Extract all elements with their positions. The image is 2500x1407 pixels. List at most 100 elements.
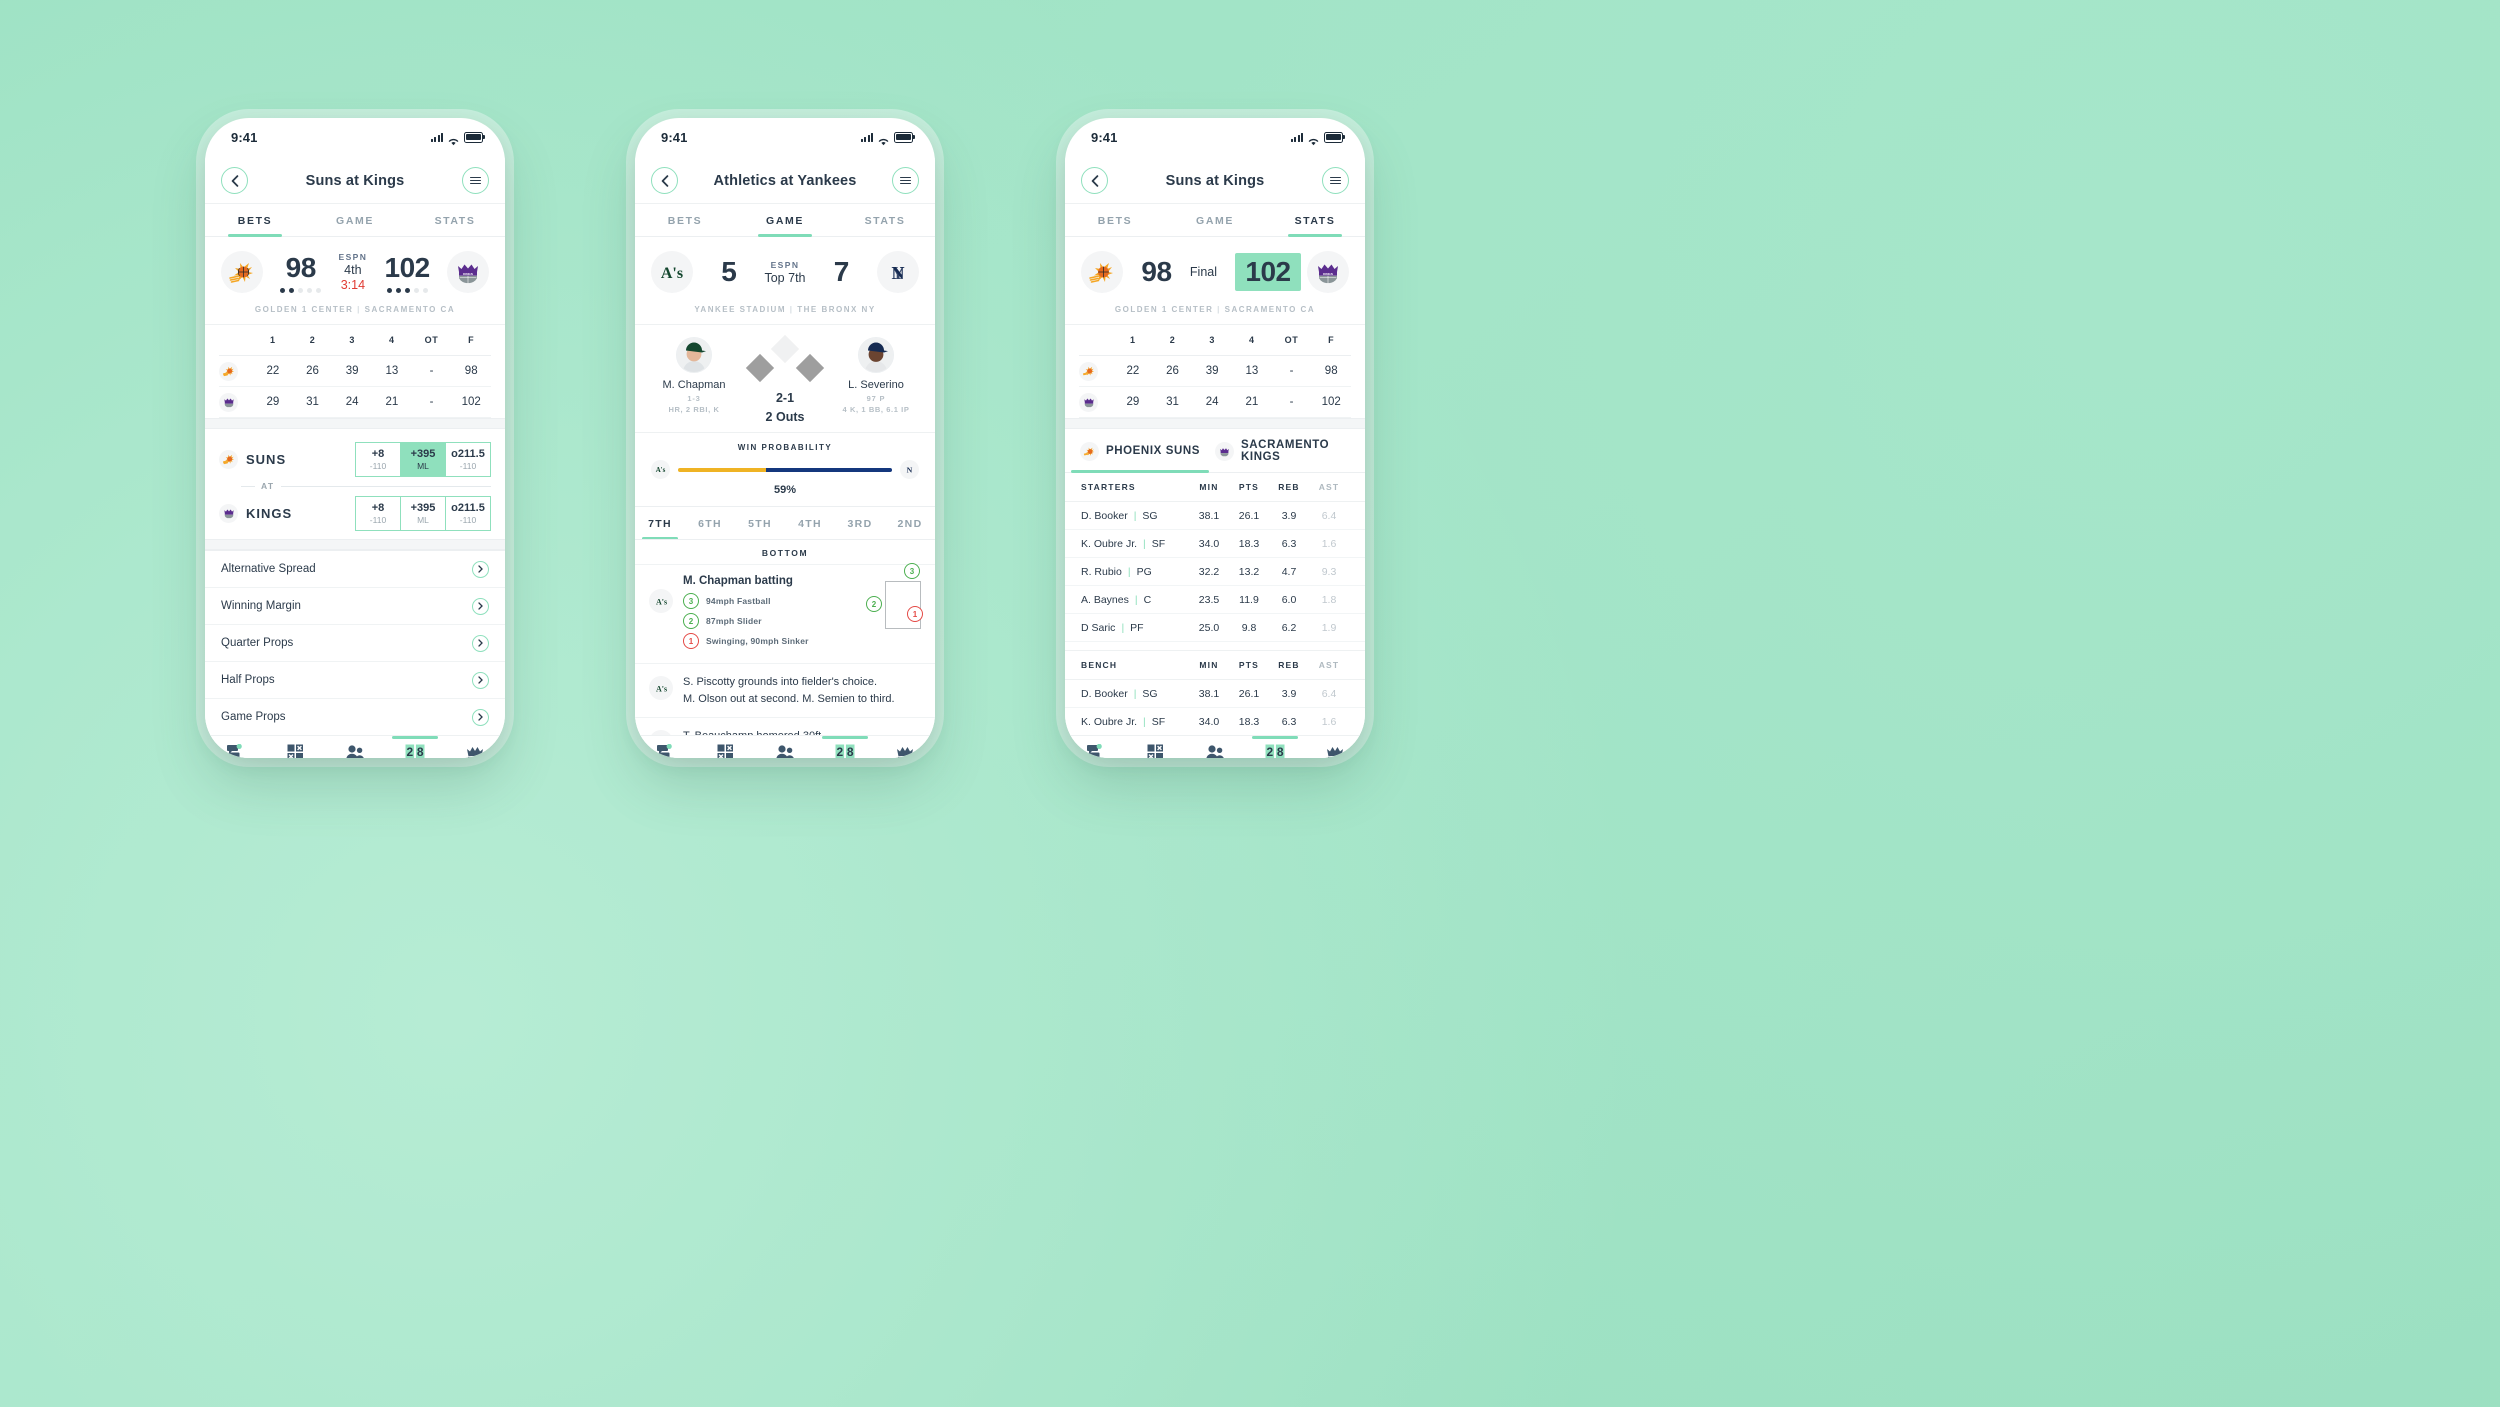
tab-stats[interactable]: STATS xyxy=(405,204,505,236)
tab-game[interactable]: GAME xyxy=(305,204,405,236)
inning-tab-2nd[interactable]: 2ND xyxy=(885,507,935,539)
list-item[interactable]: Winning Margin xyxy=(205,588,505,625)
back-button[interactable] xyxy=(1081,167,1108,194)
list-item[interactable]: Half Props xyxy=(205,662,505,699)
moneyline-value: +395 xyxy=(410,447,436,460)
tab-game[interactable]: GAME xyxy=(1165,204,1265,236)
stat-min: 34.0 xyxy=(1198,715,1220,728)
svg-text:A's: A's xyxy=(661,265,683,282)
stat-reb: 3.9 xyxy=(1281,509,1297,522)
player-position: C xyxy=(1143,593,1152,606)
new-york-yankees-logo: N xyxy=(907,466,913,475)
prop-label: Game Props xyxy=(221,711,286,723)
menu-button[interactable] xyxy=(892,167,919,194)
menu-button[interactable] xyxy=(1322,167,1349,194)
nav-lines[interactable]: LINES xyxy=(695,743,755,758)
tab-game[interactable]: GAME xyxy=(735,204,835,236)
spread-bet-home[interactable]: +8 -110 xyxy=(355,495,400,531)
cell-q1: 29 xyxy=(1126,396,1140,408)
wifi-icon xyxy=(448,133,459,145)
status-time: 9:41 xyxy=(1091,130,1118,145)
cell-q4: 21 xyxy=(1245,396,1259,408)
nav-friends[interactable]: FRIENDS xyxy=(755,743,815,758)
team-tab-suns[interactable]: PHOENIX SUNS xyxy=(1065,429,1215,473)
inning-tab-7th[interactable]: 7TH xyxy=(635,507,685,539)
nav-messages[interactable]: MESSAGES xyxy=(1065,743,1125,758)
zone-pitch-2: 2 xyxy=(866,596,882,612)
nav-friends[interactable]: FRIENDS xyxy=(325,743,385,758)
wp-home-fill xyxy=(765,467,892,472)
tab-bar: BETS GAME STATS xyxy=(1065,204,1365,237)
nav-profile[interactable]: PROFILE xyxy=(445,743,505,758)
col-pts: PTS xyxy=(1238,482,1260,492)
linescore-col-1: 1 xyxy=(270,335,276,345)
nav-scores[interactable]: 28 SCORES xyxy=(385,743,445,758)
scoreboard: 98 Final 102 KINGS xyxy=(1065,237,1365,301)
tab-stats[interactable]: STATS xyxy=(1265,204,1365,236)
svg-text:8: 8 xyxy=(417,745,424,758)
nav-lines[interactable]: LINES xyxy=(265,743,325,758)
linescore-col-ot: OT xyxy=(424,335,439,345)
total-bet-away[interactable]: o211.5 -110 xyxy=(445,441,491,477)
list-item[interactable]: Quarter Props xyxy=(205,625,505,662)
tab-bets[interactable]: BETS xyxy=(1065,204,1165,236)
table-row: 29 31 24 21 - 102 xyxy=(1079,387,1351,418)
total-bet-home[interactable]: o211.5 -110 xyxy=(445,495,491,531)
game-period: Top 7th xyxy=(764,270,806,285)
moneyline-bet-home[interactable]: +395 ML xyxy=(400,495,445,531)
venue-line: GOLDEN 1 CENTER | SACRAMENTO CA xyxy=(1065,301,1365,325)
stat-ast: 6.4 xyxy=(1321,509,1337,522)
broadcast-network: ESPN xyxy=(338,252,368,262)
section-header: BENCH xyxy=(1081,660,1118,670)
stat-min: 34.0 xyxy=(1198,537,1220,550)
sacramento-kings-logo: KINGS xyxy=(457,264,478,284)
linescore-col-1: 1 xyxy=(1130,335,1136,345)
moneyline-bet-away[interactable]: +395 ML xyxy=(400,441,445,477)
phoenix-suns-logo xyxy=(1082,366,1094,376)
back-button[interactable] xyxy=(221,167,248,194)
team-tab-kings[interactable]: SACRAMENTO KINGS xyxy=(1215,429,1365,472)
nav-profile[interactable]: PROFILE xyxy=(875,743,935,758)
nav-scores[interactable]: 28 SCORES xyxy=(1245,743,1305,758)
odds-team-name: KINGS xyxy=(246,505,293,521)
list-icon xyxy=(1330,175,1341,186)
list-item[interactable]: Game Props xyxy=(205,699,505,736)
home-score-block: 7 xyxy=(834,256,850,288)
nav-messages[interactable]: MESSAGES xyxy=(635,743,695,758)
nav-lines[interactable]: LINES xyxy=(1125,743,1185,758)
section-divider xyxy=(205,539,505,550)
tab-bets[interactable]: BETS xyxy=(635,204,735,236)
nav-friends[interactable]: FRIENDS xyxy=(1185,743,1245,758)
cell-q1: 22 xyxy=(266,365,280,377)
content-area: A's 5 ESPN Top 7th 7 NY YANKEE STADIUM |… xyxy=(635,237,935,758)
game-status: ESPN 4th 3:14 xyxy=(339,252,368,292)
crown-profile-icon xyxy=(897,746,913,758)
list-item[interactable]: Alternative Spread xyxy=(205,551,505,588)
svg-text:8: 8 xyxy=(847,745,854,758)
home-score-block: 102 xyxy=(1235,253,1301,291)
nav-profile[interactable]: PROFILE xyxy=(1305,743,1365,758)
inning-tab-4th[interactable]: 4TH xyxy=(785,507,835,539)
section-divider xyxy=(205,418,505,429)
inning-tab-5th[interactable]: 5TH xyxy=(735,507,785,539)
menu-button[interactable] xyxy=(462,167,489,194)
friends-icon xyxy=(346,744,364,758)
phoenix-suns-logo xyxy=(1089,263,1113,283)
divider: | xyxy=(1143,537,1146,550)
oakland-athletics-logo: A's xyxy=(661,265,683,282)
cell-ot: - xyxy=(429,365,434,377)
divider: | xyxy=(1127,565,1131,578)
divider: | xyxy=(1121,621,1125,634)
svg-text:N: N xyxy=(907,466,913,475)
tab-stats[interactable]: STATS xyxy=(835,204,935,236)
scores-icon: 28 xyxy=(405,744,425,758)
nav-messages[interactable]: MESSAGES xyxy=(205,743,265,758)
inning-tab-3rd[interactable]: 3RD xyxy=(835,507,885,539)
row-team-logo xyxy=(219,392,238,412)
inning-tab-6th[interactable]: 6TH xyxy=(685,507,735,539)
nav-scores[interactable]: 28 SCORES xyxy=(815,743,875,758)
col-min: MIN xyxy=(1199,482,1219,492)
spread-bet-away[interactable]: +8 -110 xyxy=(355,441,400,477)
back-button[interactable] xyxy=(651,167,678,194)
tab-bets[interactable]: BETS xyxy=(205,204,305,236)
